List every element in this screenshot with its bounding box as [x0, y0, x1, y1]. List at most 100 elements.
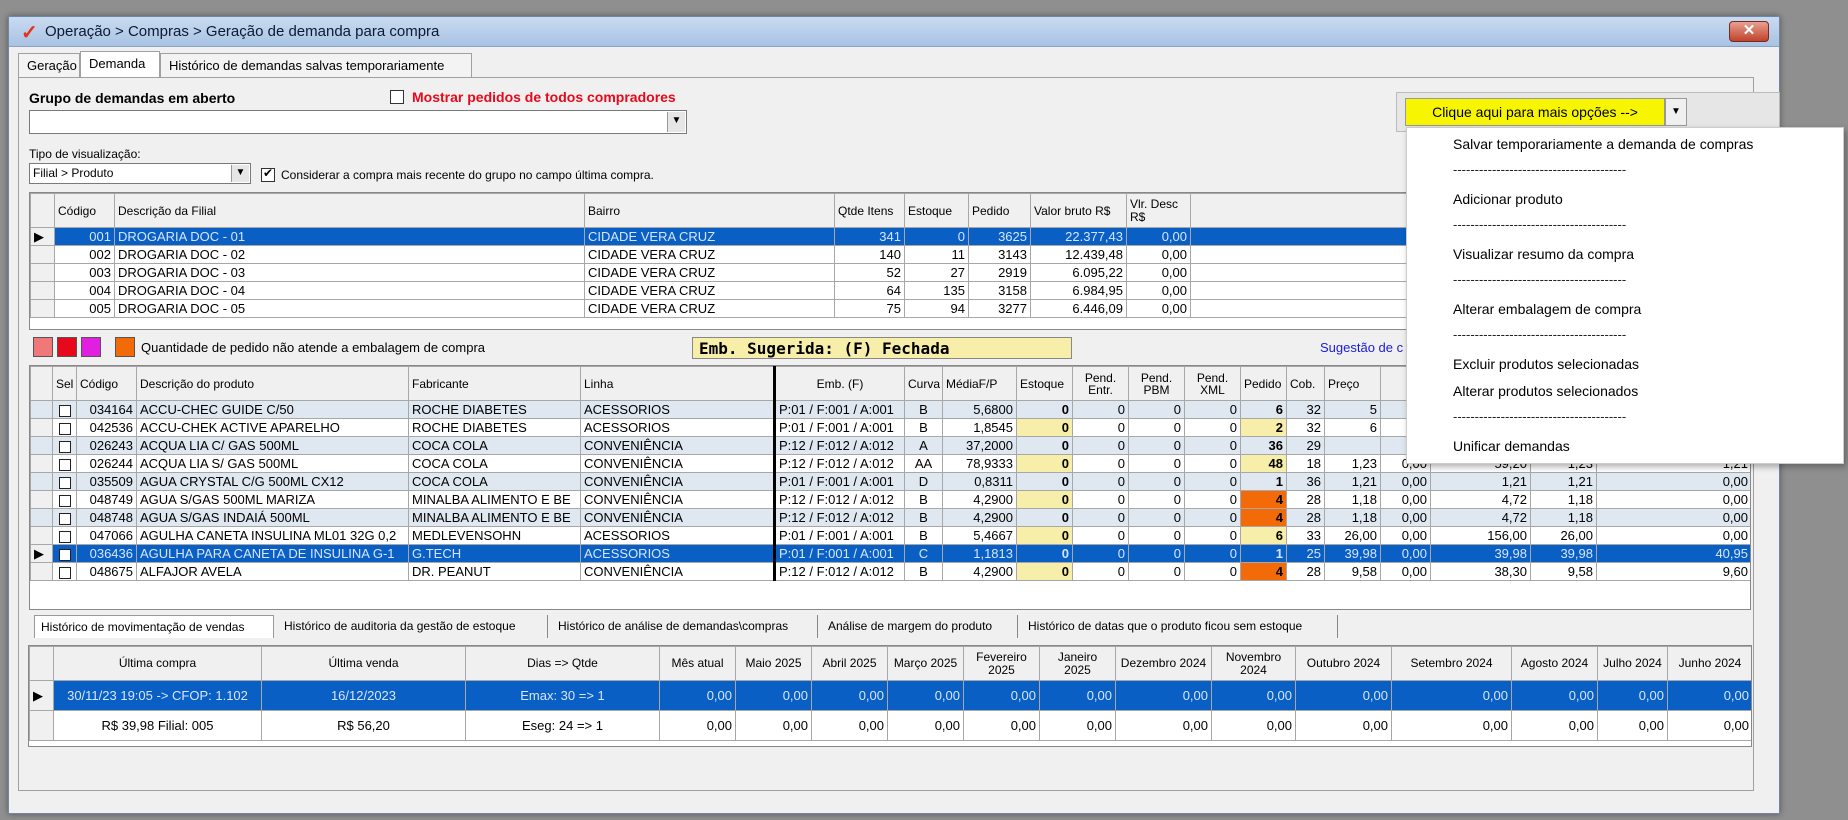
header-cell[interactable]: Mês atual: [659, 646, 736, 681]
header-cell[interactable]: Descrição do produto: [136, 366, 409, 401]
table-row[interactable]: 004 DROGARIA DOC - 04 CIDADE VERA CRUZ 64 13…: [30, 281, 1408, 300]
table-row[interactable]: 048675 ALFAJOR AVELA DR. PEANUT CONVENIÊNCI…: [30, 562, 1750, 581]
table-row[interactable]: ▶ 30/11/23 19:05 -> CFOP: 1.102 16/12/2023…: [29, 680, 1751, 711]
header-cell[interactable]: Dezembro 2024: [1115, 646, 1212, 681]
header-cell[interactable]: Fevereiro 2025: [963, 646, 1040, 681]
table-row[interactable]: 048749 AGUA S/GAS 500ML MARIZA MINALBA ALI…: [30, 490, 1750, 509]
show-all-label: Mostrar pedidos de todos compradores: [412, 89, 676, 105]
chevron-down-icon[interactable]: ▼: [1665, 98, 1687, 126]
tab-analise-margem[interactable]: Análise de margem do produto: [822, 615, 1018, 638]
cell: AGUA CRYSTAL C/G 500ML CX12: [136, 472, 409, 491]
show-all-checkbox[interactable]: [390, 90, 404, 104]
tab-datas-sem-estoque[interactable]: Histórico de datas que o produto ficou s…: [1022, 615, 1338, 638]
header-cell[interactable]: Última compra: [53, 646, 262, 681]
header-cell[interactable]: Cob.: [1286, 366, 1325, 401]
header-cell[interactable]: Novembro 2024: [1211, 646, 1296, 681]
header-cell[interactable]: Curva: [904, 366, 943, 401]
select-checkbox[interactable]: [52, 526, 77, 545]
header-cell[interactable]: MédiaF/P: [942, 366, 1017, 401]
select-checkbox[interactable]: [52, 544, 77, 563]
select-checkbox[interactable]: [52, 490, 77, 509]
header-cell[interactable]: Emb. (F): [773, 366, 905, 401]
header-cell[interactable]: Setembro 2024: [1391, 646, 1512, 681]
horizontal-scrollbar[interactable]: [29, 746, 1751, 747]
table-row[interactable]: ▶ 001 DROGARIA DOC - 01 CIDADE VERA CRUZ 34…: [30, 227, 1408, 246]
select-checkbox[interactable]: [52, 400, 77, 419]
header-cell[interactable]: Código: [54, 193, 115, 228]
cell: ROCHE DIABETES: [408, 400, 581, 419]
tab-demanda[interactable]: Demanda: [80, 51, 160, 78]
cell: 0: [1128, 472, 1185, 491]
header-cell[interactable]: Pend. PBM: [1128, 366, 1185, 401]
header-cell[interactable]: Bairro: [584, 193, 835, 228]
cell: ACESSORIOS: [580, 418, 775, 437]
sugestao-link[interactable]: Sugestão de c: [1320, 340, 1403, 355]
header-cell[interactable]: Preço: [1324, 366, 1381, 401]
more-options-button[interactable]: Clique aqui para mais opções -->: [1405, 98, 1665, 126]
header-cell[interactable]: Fabricante: [408, 366, 581, 401]
header-cell[interactable]: Código: [76, 366, 137, 401]
select-checkbox[interactable]: [52, 418, 77, 437]
header-cell[interactable]: Última venda: [261, 646, 466, 681]
table-row[interactable]: 005 DROGARIA DOC - 05 CIDADE VERA CRUZ 75 94…: [30, 299, 1408, 318]
tab-analise-demandas[interactable]: Histórico de análise de demandas\compras: [552, 615, 818, 638]
emb-sugerida-box: Emb. Sugerida: (F) Fechada: [692, 337, 1072, 359]
select-checkbox[interactable]: [52, 562, 77, 581]
table-row[interactable]: R$ 39,98 Filial: 005 R$ 56,20 Eseg: 24 => …: [29, 710, 1751, 741]
view-select[interactable]: Filial > Produto ▼: [29, 163, 251, 184]
table-row[interactable]: 048748 AGUA S/GAS INDAIÁ 500ML MINALBA ALI…: [30, 508, 1750, 527]
chevron-down-icon[interactable]: ▼: [667, 112, 685, 132]
select-checkbox[interactable]: [52, 508, 77, 527]
tab-geracao[interactable]: Geração: [18, 53, 80, 77]
table-row[interactable]: 002 DROGARIA DOC - 02 CIDADE VERA CRUZ 140 1…: [30, 245, 1408, 264]
chevron-down-icon[interactable]: ▼: [231, 165, 249, 182]
header-cell[interactable]: Pedido: [968, 193, 1031, 228]
header-cell[interactable]: Pedido: [1240, 366, 1287, 401]
table-row[interactable]: 035509 AGUA CRYSTAL C/G 500ML CX12 COCA CO…: [30, 472, 1750, 491]
select-checkbox[interactable]: [52, 454, 77, 473]
cell: CONVENIÊNCIA: [580, 454, 775, 473]
menu-item-alterar[interactable]: Alterar produtos selecionados: [1453, 383, 1638, 399]
menu-item-unificar[interactable]: Unificar demandas: [1453, 438, 1570, 454]
header-cell[interactable]: Outubro 2024: [1295, 646, 1392, 681]
cell: 135: [904, 281, 969, 300]
group-select[interactable]: ▼: [29, 110, 687, 134]
select-checkbox[interactable]: [52, 436, 77, 455]
header-cell[interactable]: Dias => Qtde: [465, 646, 660, 681]
header-cell[interactable]: Estoque: [904, 193, 969, 228]
table-row[interactable]: 003 DROGARIA DOC - 03 CIDADE VERA CRUZ 52 27…: [30, 263, 1408, 282]
menu-item-salvar[interactable]: Salvar temporariamente a demanda de comp…: [1453, 136, 1753, 152]
cell: 64: [834, 281, 905, 300]
header-cell[interactable]: Estoque: [1016, 366, 1073, 401]
header-cell[interactable]: Vlr. Desc R$: [1126, 193, 1191, 228]
header-cell[interactable]: Abril 2025: [811, 646, 888, 681]
menu-item-resumo[interactable]: Visualizar resumo da compra: [1453, 246, 1634, 262]
menu-item-embalagem[interactable]: Alterar embalagem de compra: [1453, 301, 1641, 317]
table-row[interactable]: ▶ 036436 AGULHA PARA CANETA DE INSULINA G-…: [30, 544, 1750, 563]
header-cell[interactable]: Março 2025: [887, 646, 964, 681]
header-cell[interactable]: Sel: [52, 366, 77, 401]
cell: 0,00: [1596, 526, 1750, 545]
header-cell[interactable]: Junho 2024: [1667, 646, 1751, 681]
select-checkbox[interactable]: [52, 472, 77, 491]
consider-checkbox[interactable]: [261, 166, 275, 182]
tab-auditoria-estoque[interactable]: Histórico de auditoria da gestão de esto…: [278, 615, 548, 638]
header-cell[interactable]: Janeiro 2025: [1039, 646, 1116, 681]
menu-item-excluir[interactable]: Excluir produtos selecionadas: [1453, 356, 1639, 372]
table-row[interactable]: 047066 AGULHA CANETA INSULINA ML01 32G 0,…: [30, 526, 1750, 545]
tab-historico-vendas[interactable]: Histórico de movimentação de vendas: [34, 615, 274, 638]
header-cell[interactable]: Qtde Itens: [834, 193, 905, 228]
header-cell[interactable]: Maio 2025: [735, 646, 812, 681]
close-button[interactable]: ✕: [1729, 21, 1769, 42]
cell: 0: [1016, 454, 1073, 473]
header-cell[interactable]: Julho 2024: [1597, 646, 1668, 681]
header-cell[interactable]: Descrição da Filial: [114, 193, 585, 228]
header-cell[interactable]: Linha: [580, 366, 775, 401]
header-cell[interactable]: Pend. Entr.: [1072, 366, 1129, 401]
header-cell[interactable]: Pend. XML: [1184, 366, 1241, 401]
header-cell[interactable]: Valor bruto R$: [1030, 193, 1127, 228]
tab-historico-demandas[interactable]: Histórico de demandas salvas temporariam…: [160, 53, 472, 77]
header-cell[interactable]: Agosto 2024: [1511, 646, 1598, 681]
menu-item-adicionar[interactable]: Adicionar produto: [1453, 191, 1563, 207]
cell: 39,98: [1430, 544, 1531, 563]
